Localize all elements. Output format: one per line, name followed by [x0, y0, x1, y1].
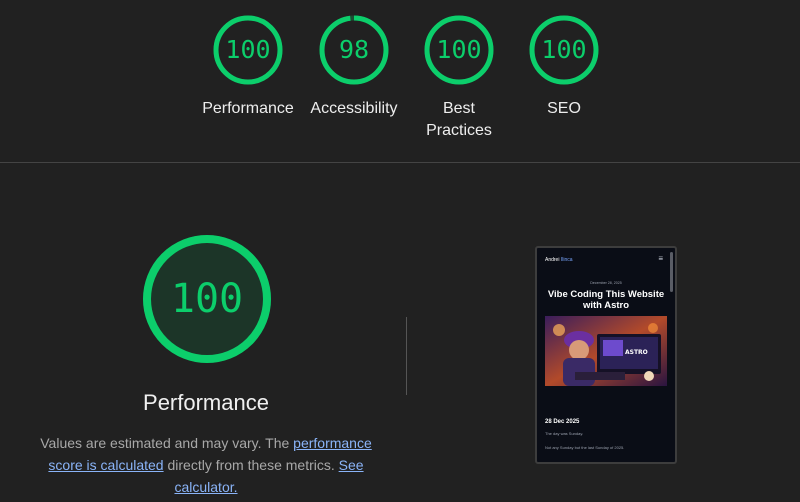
article-title: Vibe Coding This Website with Astro — [547, 289, 665, 311]
gauge-score: 98 — [338, 35, 370, 64]
gauge-label: Performance — [202, 100, 294, 117]
gauge-performance[interactable]: 100 Performance — [193, 0, 303, 120]
gauge-ring: 100 — [423, 14, 495, 86]
gauge-ring: 100 — [528, 14, 600, 86]
brand-last: Ilinca — [560, 257, 573, 263]
performance-gauge-large: 100 — [140, 232, 274, 366]
post-paragraph: Not any Sunday but the last Sunday of 20… — [545, 445, 625, 450]
gauge-best-practices[interactable]: 100 Best Practices — [404, 0, 514, 142]
desc-text: directly from these metrics. — [163, 457, 339, 473]
hamburger-icon: ≡ — [658, 254, 663, 263]
desc-text: Values are estimated and may vary. The — [40, 435, 294, 451]
hero-illustration: ASTRO — [545, 316, 667, 386]
gauge-label: Best Practices — [426, 100, 492, 139]
post-paragraph: The day was Sunday. — [545, 431, 584, 436]
section-divider — [0, 162, 800, 163]
gauge-accessibility[interactable]: 98 Accessibility — [299, 0, 409, 120]
gauge-score: 100 — [436, 35, 482, 64]
post-date: 28 Dec 2025 — [545, 419, 580, 425]
page-screenshot-thumbnail[interactable]: Andrei Ilinca ≡ December 28, 2025 Vibe C… — [535, 246, 677, 464]
gauge-label: SEO — [547, 100, 581, 117]
performance-title: Performance — [143, 390, 269, 415]
gauge-seo[interactable]: 100 SEO — [509, 0, 619, 120]
site-brand: Andrei Ilinca — [545, 257, 573, 263]
performance-description: Values are estimated and may vary. The p… — [36, 432, 376, 498]
gauge-ring: 100 — [212, 14, 284, 86]
scrollbar — [670, 252, 673, 292]
vertical-divider — [406, 317, 407, 395]
gauge-label: Accessibility — [310, 100, 398, 117]
svg-text:ASTRO: ASTRO — [625, 349, 648, 356]
gauge-ring: 98 — [318, 14, 390, 86]
gauge-score: 100 — [225, 35, 271, 64]
gauge-score: 100 — [541, 35, 587, 64]
performance-score: 100 — [170, 276, 244, 322]
brand-first: Andrei — [545, 257, 560, 263]
article-date: December 28, 2025 — [590, 281, 622, 285]
